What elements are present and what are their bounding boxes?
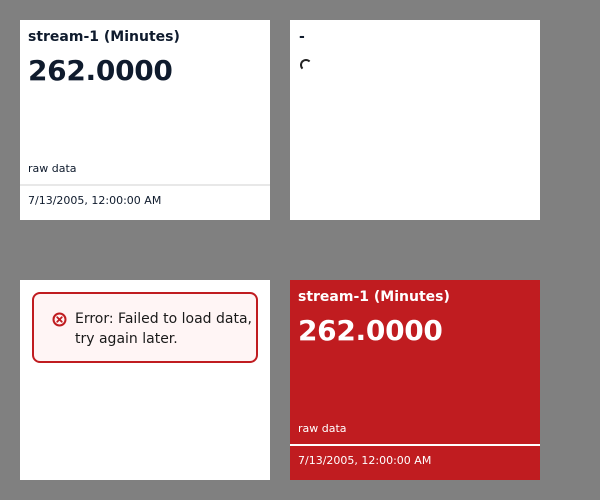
kpi-value: 262.0000 [298, 314, 443, 347]
kpi-divider [290, 444, 540, 446]
kpi-card-alert: stream-1 (Minutes) 262.0000 raw data 7/1… [290, 280, 540, 480]
kpi-divider [20, 184, 270, 186]
kpi-timestamp: 7/13/2005, 12:00:00 AM [298, 454, 432, 467]
error-alert: Error: Failed to load data, try again la… [32, 292, 258, 363]
kpi-placeholder: - [299, 29, 305, 45]
kpi-subtitle: raw data [28, 162, 77, 175]
kpi-card-normal: stream-1 (Minutes) 262.0000 raw data 7/1… [20, 20, 270, 220]
kpi-title: stream-1 (Minutes) [28, 29, 180, 45]
kpi-title: stream-1 (Minutes) [298, 289, 450, 305]
kpi-timestamp: 7/13/2005, 12:00:00 AM [28, 194, 162, 207]
spinner-icon [300, 59, 312, 71]
error-message: Error: Failed to load data, try again la… [75, 311, 252, 347]
kpi-value: 262.0000 [28, 54, 173, 87]
kpi-card-loading: - [290, 20, 540, 220]
error-circle-icon [52, 312, 67, 327]
kpi-subtitle: raw data [298, 422, 347, 435]
kpi-card-error: Error: Failed to load data, try again la… [20, 280, 270, 480]
